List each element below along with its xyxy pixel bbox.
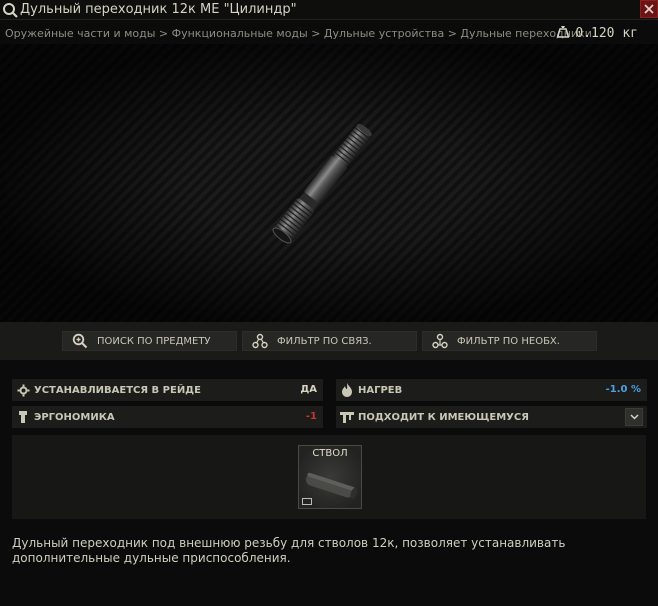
stat-compatible: ПОДХОДИТ К ИМЕЮЩЕМУСЯ [336,406,647,428]
muzzle-adapter-image [272,123,372,244]
weight-icon [556,25,570,42]
slot-barrel-label: СТВОЛ [312,448,348,459]
search-icon [2,2,18,18]
window-title: Дульный переходник 12к МЕ "Цилиндр" [20,2,297,17]
stat-heat-label: НАГРЕВ [358,384,403,396]
search-by-item-label: ПОИСК ПО ПРЕДМЕТУ [97,335,211,347]
slot-tag-icon [302,498,312,505]
required-nodes-icon [423,333,457,349]
slot-barrel[interactable]: СТВОЛ [298,445,362,509]
item-description: Дульный переходник под внешнюю резьбу дл… [12,536,566,565]
stat-compatible-label: ПОДХОДИТ К ИМЕЮЩЕМУСЯ [358,411,529,423]
linked-filter-label: ФИЛЬТР ПО СВЯЗ. [277,335,372,347]
title-bar: Дульный переходник 12к МЕ "Цилиндр" [0,0,658,20]
close-icon [644,4,654,14]
stat-ergonomics-label: ЭРГОНОМИКА [34,411,115,423]
expand-compatible-button[interactable] [625,408,643,426]
weight-value: 0.120 кг [575,26,638,41]
linked-filter-button[interactable]: ФИЛЬТР ПО СВЯЗ. [242,331,417,351]
stat-heat: НАГРЕВ -1.0 % [336,379,647,401]
mod-slots-panel: СТВОЛ [12,435,646,519]
pistol-grip-icon [12,411,34,423]
required-filter-button[interactable]: ФИЛЬТР ПО НЕОБХ. [422,331,597,351]
chevron-down-icon [629,414,639,420]
rifle-icon [336,411,358,423]
magnifier-icon [63,333,97,349]
stat-heat-value: -1.0 % [605,384,641,395]
breadcrumb[interactable]: Оружейные части и моды > Функциональные … [5,27,592,40]
item-preview [0,44,658,322]
flame-icon [336,383,358,397]
close-button[interactable] [640,0,658,18]
link-nodes-icon [243,333,277,349]
stat-ergonomics: ЭРГОНОМИКА -1 [12,406,323,428]
action-bar: ПОИСК ПО ПРЕДМЕТУ ФИЛЬТР ПО СВЯЗ. ФИЛЬТР… [0,322,658,360]
stat-raid-install: УСТАНАВЛИВАЕТСЯ В РЕЙДЕ ДА [12,379,323,401]
stat-ergonomics-value: -1 [305,411,317,422]
search-by-item-button[interactable]: ПОИСК ПО ПРЕДМЕТУ [62,331,237,351]
stat-raid-install-label: УСТАНАВЛИВАЕТСЯ В РЕЙДЕ [34,384,201,396]
item-weight: 0.120 кг [556,25,638,42]
gear-wrench-icon [12,384,34,397]
required-filter-label: ФИЛЬТР ПО НЕОБХ. [457,335,560,347]
stat-raid-install-value: ДА [300,384,317,395]
